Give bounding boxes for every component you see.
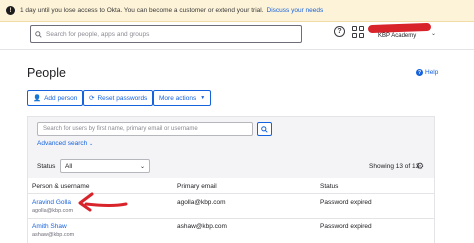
more-actions-button[interactable]: More actions ▼ xyxy=(153,90,212,106)
result-count: Showing 13 of 13 xyxy=(369,163,420,170)
gear-icon[interactable]: ⚙ xyxy=(416,161,424,172)
person-email: agolla@kbp.com xyxy=(177,199,226,206)
status-filter-value: All xyxy=(65,162,73,170)
person-status: Password expired xyxy=(320,199,372,206)
chevron-down-icon: ⌄ xyxy=(89,141,94,147)
global-search-placeholder: Search for people, apps and groups xyxy=(46,30,150,38)
person-username: ashaw@kbp.com xyxy=(32,232,75,238)
add-person-button[interactable]: 👤 Add person xyxy=(27,90,84,106)
add-person-icon: 👤 xyxy=(33,95,42,102)
status-filter-label: Status xyxy=(37,163,56,170)
status-filter-select[interactable]: All ⌄ xyxy=(60,159,150,173)
chevron-down-icon: ⌄ xyxy=(139,163,145,170)
user-search-placeholder: Search for users by first name, primary … xyxy=(43,126,198,132)
reset-passwords-label: Reset passwords xyxy=(97,94,148,102)
column-header-status: Status xyxy=(320,183,339,190)
person-name-link[interactable]: Amith Shaw xyxy=(32,223,67,230)
add-person-label: Add person xyxy=(44,94,78,102)
more-actions-label: More actions xyxy=(159,94,197,102)
chevron-down-icon[interactable]: ⌄ xyxy=(431,30,436,37)
discuss-needs-link[interactable]: Discuss your needs xyxy=(267,7,324,14)
person-name-link[interactable]: Aravind Golla xyxy=(32,199,71,206)
refresh-icon: ⟳ xyxy=(89,95,95,102)
banner-text: 1 day until you lose access to Okta. You… xyxy=(20,7,264,14)
user-search-input[interactable]: Search for users by first name, primary … xyxy=(37,122,253,136)
warning-icon: ! xyxy=(6,6,15,15)
reset-passwords-button[interactable]: ⟳ Reset passwords xyxy=(83,90,154,106)
advanced-search-label: Advanced search xyxy=(37,140,88,147)
search-icon xyxy=(35,30,42,38)
page-title: People xyxy=(27,66,66,80)
person-email: ashaw@kbp.com xyxy=(177,223,227,230)
trial-banner: ! 1 day until you lose access to Okta. Y… xyxy=(0,0,474,22)
apps-grid-icon[interactable] xyxy=(352,26,364,38)
search-icon xyxy=(261,125,268,133)
help-icon[interactable]: ? xyxy=(334,26,345,37)
person-status: Password expired xyxy=(320,223,372,230)
help-link-label: Help xyxy=(425,69,439,76)
help-circle-icon: ? xyxy=(416,69,423,76)
help-link[interactable]: ? Help xyxy=(416,69,438,76)
global-search-input[interactable]: Search for people, apps and groups xyxy=(30,25,302,43)
column-header-email: Primary email xyxy=(177,183,217,190)
caret-down-icon: ▼ xyxy=(200,95,206,101)
row-divider xyxy=(28,218,434,219)
column-header-person: Person & username xyxy=(32,183,90,190)
org-name: KBP Academy xyxy=(378,33,417,39)
person-username: agolla@kbp.com xyxy=(32,208,74,214)
annotation-arrow xyxy=(78,192,128,212)
user-search-button[interactable] xyxy=(257,122,272,136)
advanced-search-link[interactable]: Advanced search ⌄ xyxy=(37,140,93,147)
